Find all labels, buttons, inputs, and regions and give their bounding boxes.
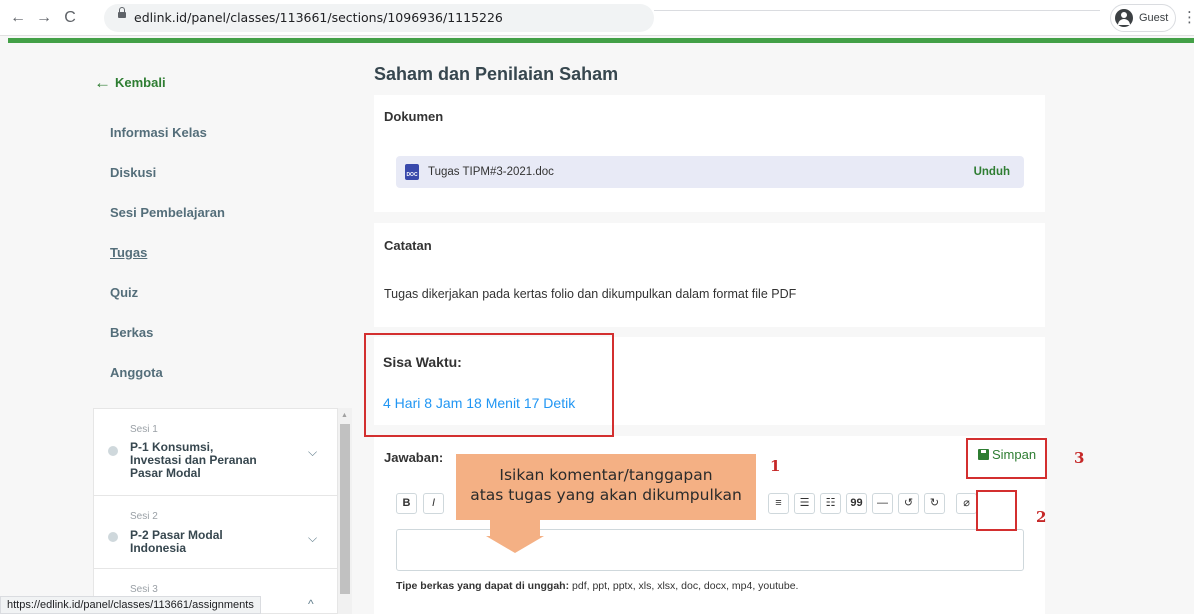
page-title: Saham dan Penilaian Saham <box>374 64 619 84</box>
callout-arrow-shaft <box>490 520 540 536</box>
redo-button[interactable]: ↻ <box>924 493 945 514</box>
align-button[interactable]: ≡ <box>768 493 789 514</box>
annotation-box-attach <box>976 490 1017 531</box>
note-text: Tugas dikerjakan pada kertas folio dan d… <box>384 287 797 301</box>
sidebar-item-quiz[interactable]: Quiz <box>110 285 138 300</box>
check-circle-icon <box>108 532 118 542</box>
note-card-title: Catatan <box>384 238 432 253</box>
document-card: Dokumen DOC Tugas TIPM#3-2021.doc Unduh <box>374 95 1045 212</box>
session-card[interactable]: Sesi 2 P-2 Pasar Modal Indonesia ⌵ <box>94 496 337 569</box>
profile-button[interactable]: Guest <box>1110 4 1176 32</box>
annotation-box-simpan <box>966 438 1047 479</box>
session-scrollbar[interactable]: ▲ <box>338 408 352 614</box>
session-title-line: P-1 Konsumsi, <box>130 440 214 454</box>
reload-icon[interactable]: C <box>60 8 80 28</box>
callout-text: Isikan komentar/tanggapan atas tugas yan… <box>456 465 756 505</box>
header-accent-bar <box>8 38 1194 43</box>
annotation-marker-3: 3 <box>1074 449 1085 467</box>
link-preview-status: https://edlink.id/panel/classes/113661/a… <box>0 596 261 614</box>
sidebar-item-tugas[interactable]: Tugas <box>110 245 147 260</box>
session-label: Sesi 2 <box>130 511 158 522</box>
scroll-up-icon[interactable]: ▲ <box>341 412 348 419</box>
forward-arrow-icon[interactable]: → <box>34 8 54 28</box>
session-title-line: Investasi dan Peranan <box>130 453 257 467</box>
session-title-line: Pasar Modal <box>130 466 201 480</box>
lock-icon <box>118 7 126 18</box>
session-title-line: Indonesia <box>130 541 187 555</box>
callout-line: atas tugas yang akan dikumpulkan <box>470 486 742 504</box>
annotation-marker-1: 1 <box>770 457 781 475</box>
back-link-label: Kembali <box>115 75 166 90</box>
annotation-box-sisa-waktu <box>364 333 614 437</box>
quote-button[interactable]: 99 <box>846 493 867 514</box>
file-attachment[interactable]: DOC Tugas TIPM#3-2021.doc Unduh <box>396 156 1024 188</box>
allowed-file-types: Tipe berkas yang dapat di unggah: pdf, p… <box>396 580 798 592</box>
callout-arrow-down-icon <box>486 536 544 553</box>
doc-file-icon: DOC <box>405 164 419 180</box>
sidebar-item-anggota[interactable]: Anggota <box>110 365 163 380</box>
back-link[interactable]: ← Kembali <box>94 73 166 93</box>
italic-button[interactable]: I <box>423 493 444 514</box>
sidebar-item-informasi-kelas[interactable]: Informasi Kelas <box>110 125 207 140</box>
session-title-line: P-2 Pasar Modal <box>130 528 223 542</box>
more-menu-icon[interactable]: ⋮ <box>1182 8 1194 26</box>
undo-button[interactable]: ↺ <box>898 493 919 514</box>
annotation-marker-2: 2 <box>1036 508 1047 526</box>
chevron-down-icon[interactable]: ⌵ <box>308 531 317 546</box>
session-list: Sesi 1 P-1 Konsumsi, Investasi dan Peran… <box>93 408 338 614</box>
session-label: Sesi 1 <box>130 424 158 435</box>
allowed-file-types-list: pdf, ppt, pptx, xls, xlsx, doc, docx, mp… <box>572 580 799 592</box>
attach-file-button[interactable]: ⌀ <box>956 493 977 514</box>
sidebar-item-diskusi[interactable]: Diskusi <box>110 165 156 180</box>
back-arrow-icon[interactable]: ← <box>8 8 28 28</box>
horizontal-rule-button[interactable]: — <box>872 493 893 514</box>
session-card[interactable]: Sesi 1 P-1 Konsumsi, Investasi dan Peran… <box>94 409 337 496</box>
document-card-title: Dokumen <box>384 109 444 124</box>
chevron-up-icon[interactable]: ^ <box>308 597 314 611</box>
session-label: Sesi 3 <box>130 584 158 595</box>
numbered-list-button[interactable]: ☷ <box>820 493 841 514</box>
browser-toolbar: ← → C edlink.id/panel/classes/113661/sec… <box>0 0 1194 36</box>
avatar-icon <box>1115 9 1133 27</box>
note-card: Catatan Tugas dikerjakan pada kertas fol… <box>374 223 1045 327</box>
profile-label: Guest <box>1139 12 1169 24</box>
address-bar[interactable]: edlink.id/panel/classes/113661/sections/… <box>104 4 654 32</box>
answer-label: Jawaban: <box>384 450 444 465</box>
callout-box: Isikan komentar/tanggapan atas tugas yan… <box>456 454 756 520</box>
allowed-file-types-label: Tipe berkas yang dapat di unggah: <box>396 580 570 592</box>
bullet-list-button[interactable]: ☰ <box>794 493 815 514</box>
download-button[interactable]: Unduh <box>974 156 1010 188</box>
sidebar-item-sesi-pembelajaran[interactable]: Sesi Pembelajaran <box>110 205 225 220</box>
url-text: edlink.id/panel/classes/113661/sections/… <box>134 10 503 25</box>
address-divider <box>654 10 1100 11</box>
scroll-thumb[interactable] <box>340 424 350 594</box>
chevron-down-icon[interactable]: ⌵ <box>308 445 317 460</box>
check-circle-icon <box>108 446 118 456</box>
file-name: Tugas TIPM#3-2021.doc <box>428 166 554 178</box>
callout-line: Isikan komentar/tanggapan <box>499 466 713 484</box>
sidebar-item-berkas[interactable]: Berkas <box>110 325 153 340</box>
back-arrow-icon: ← <box>94 73 111 92</box>
bold-button[interactable]: B <box>396 493 417 514</box>
